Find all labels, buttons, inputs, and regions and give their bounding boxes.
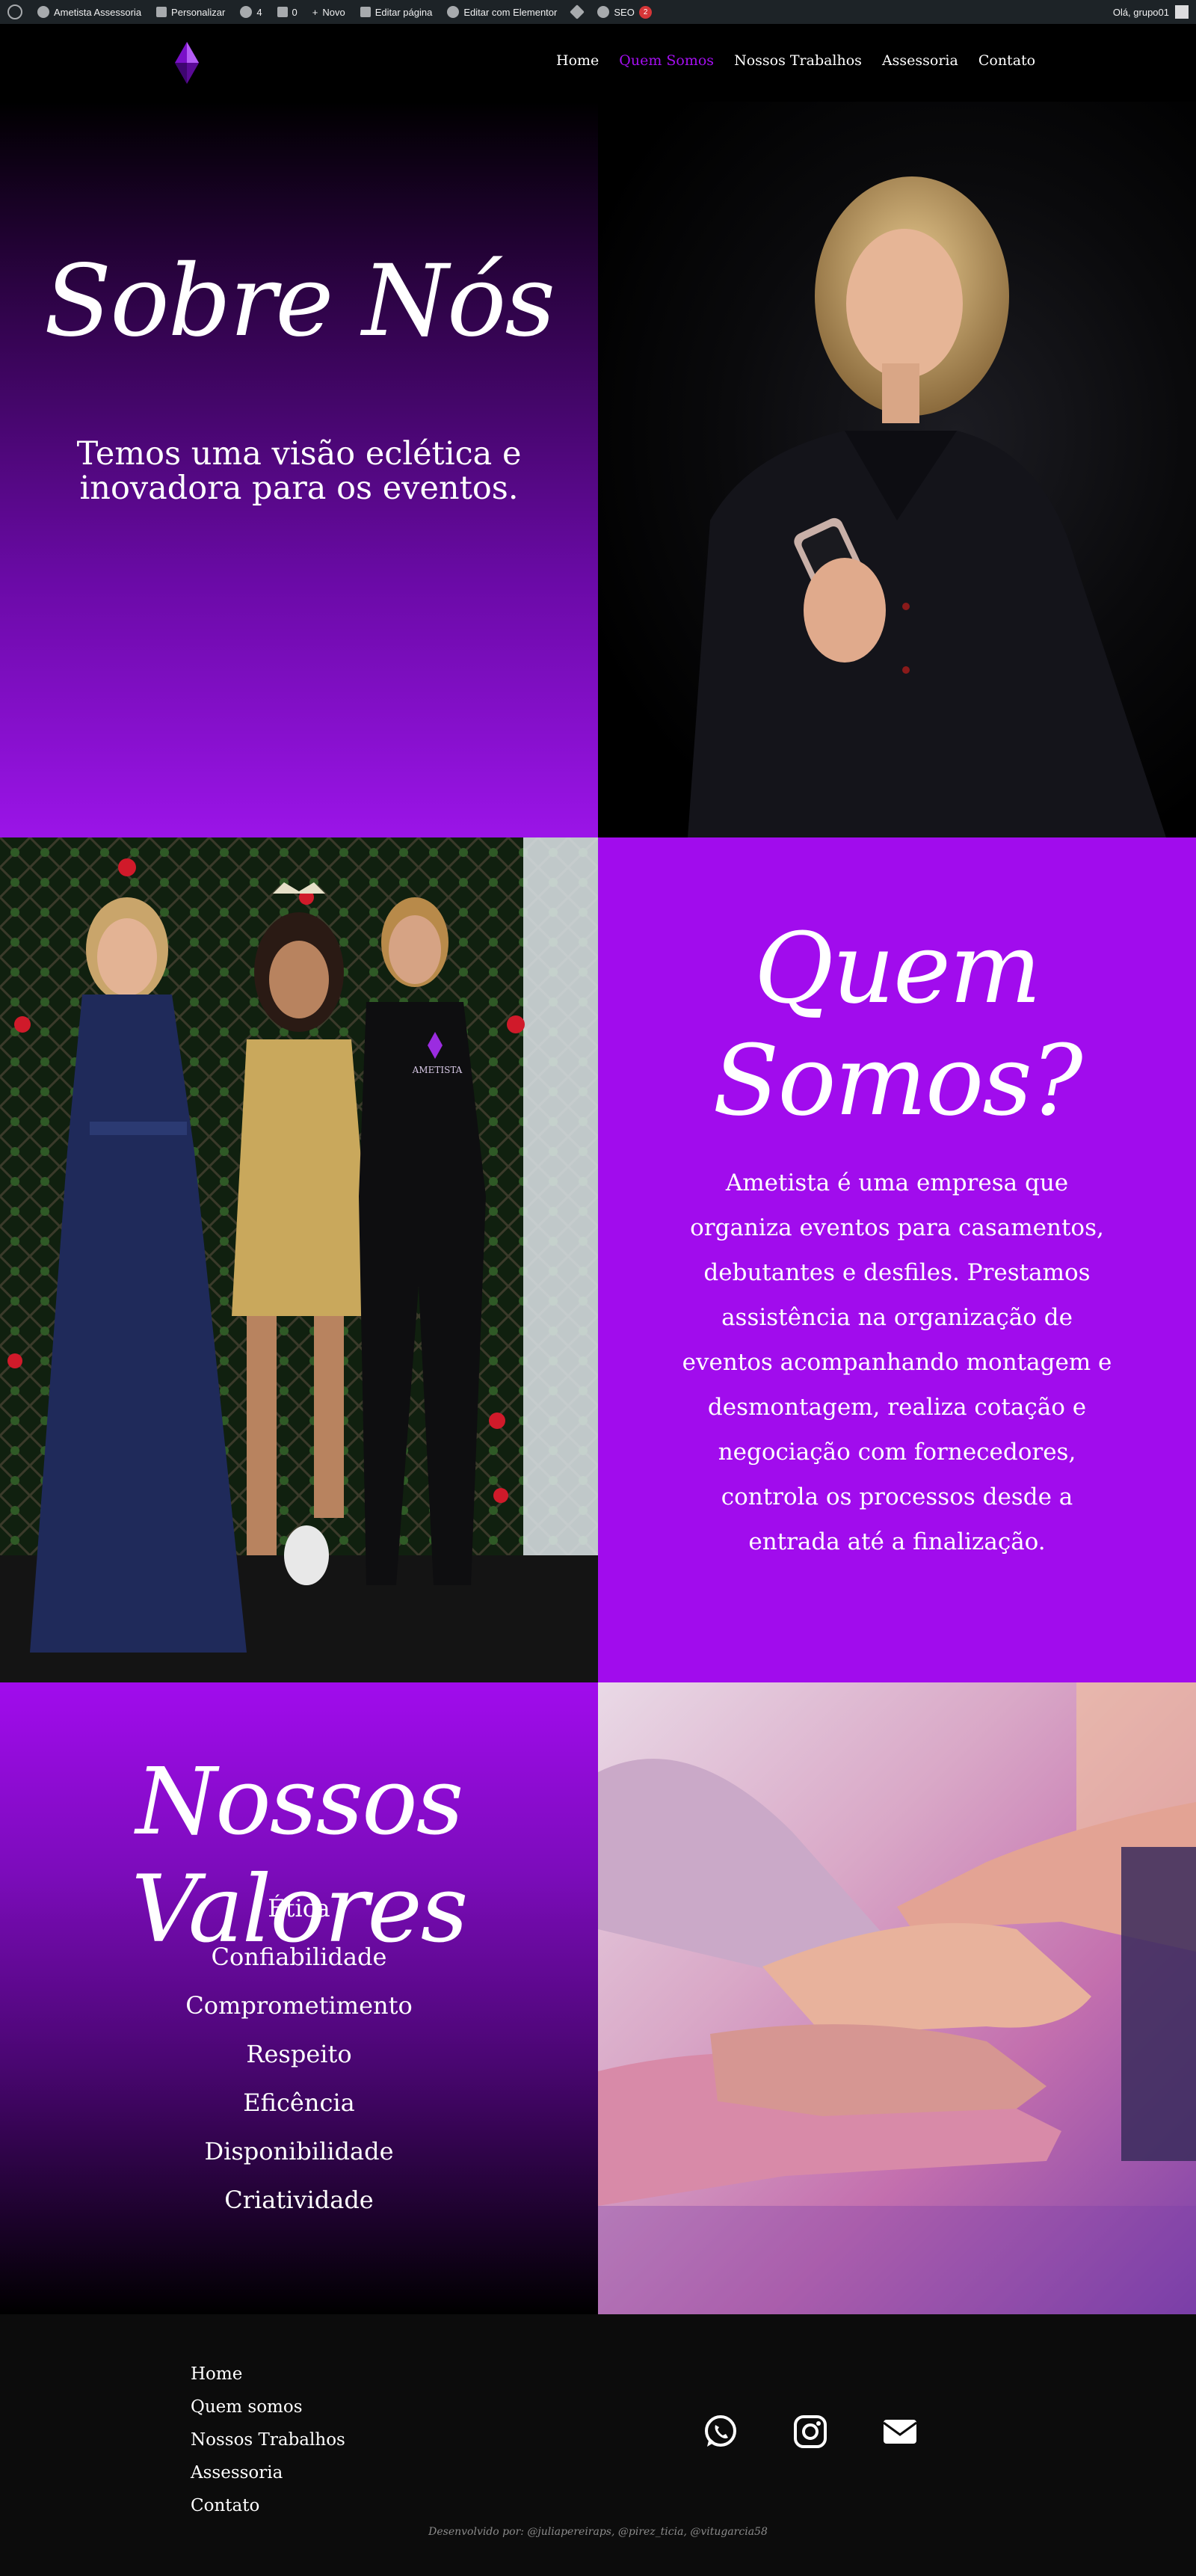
user-greeting[interactable]: Olá, grupo01: [1113, 7, 1169, 18]
shirt-logo-text: AMETISTA: [412, 1065, 463, 1075]
nav-contato[interactable]: Contato: [978, 52, 1035, 69]
edit-elementor-link[interactable]: Editar com Elementor: [440, 0, 564, 24]
value-item: Confiabilidade: [211, 1943, 387, 1971]
footer-link-nossos-trabalhos[interactable]: Nossos Trabalhos: [191, 2430, 345, 2450]
footer-link-assessoria[interactable]: Assessoria: [191, 2463, 283, 2483]
elementor-icon: [447, 6, 460, 18]
dashboard-icon: [37, 6, 49, 18]
site-footer: Home Quem somos Nossos Trabalhos Assesso…: [0, 2314, 1196, 2576]
woman-phone-photo: [598, 102, 1196, 837]
edit-page-link[interactable]: Editar página: [353, 0, 440, 24]
wordpress-logo-button[interactable]: [0, 0, 30, 24]
diamond-menu-button[interactable]: [564, 0, 590, 24]
who-title: Quem Somos?: [712, 912, 1082, 1137]
value-item: Ética: [268, 1894, 330, 1922]
seo-badge: 2: [638, 5, 653, 19]
hands-photo: [598, 1682, 1196, 2314]
brush-icon: [156, 7, 167, 17]
nav-assessoria[interactable]: Assessoria: [882, 52, 958, 69]
value-item: Disponibilidade: [204, 2137, 394, 2165]
customize-link[interactable]: Personalizar: [149, 0, 232, 24]
value-item: Comprometimento: [185, 1991, 413, 2020]
avatar[interactable]: [1175, 5, 1189, 19]
plus-icon: +: [312, 6, 318, 18]
value-item: Respeito: [246, 2040, 352, 2068]
admin-bar: Ametista Assessoria Personalizar 4 0 + No…: [0, 0, 1196, 24]
nav-nossos-trabalhos[interactable]: Nossos Trabalhos: [734, 52, 862, 69]
seo-icon: [597, 6, 610, 18]
site-name-link[interactable]: Ametista Assessoria: [30, 0, 149, 24]
footer-link-contato[interactable]: Contato: [191, 2496, 259, 2515]
developer-credit: Desenvolvido por: @juliapereiraps, @pire…: [428, 2526, 768, 2538]
values-panel: Nossos Valores Ética Confiabilidade Comp…: [0, 1682, 598, 2314]
amethyst-logo-icon[interactable]: [173, 40, 200, 85]
team-photo-illustration: AMETISTA: [0, 837, 598, 1682]
wordpress-icon: [7, 4, 22, 19]
diamond-icon: [570, 4, 585, 19]
comment-icon: [277, 7, 288, 17]
refresh-icon: [240, 6, 253, 18]
footer-link-quem-somos[interactable]: Quem somos: [191, 2397, 303, 2417]
footer-link-home[interactable]: Home: [191, 2364, 242, 2384]
main-nav: Home Quem Somos Nossos Trabalhos Assesso…: [556, 52, 1035, 69]
new-content-link[interactable]: + Novo: [305, 0, 353, 24]
seo-link[interactable]: SEO 2: [590, 0, 659, 24]
email-icon[interactable]: [882, 2414, 918, 2450]
social-links: [703, 2414, 918, 2450]
updates-link[interactable]: 4: [232, 0, 269, 24]
value-item: Eficência: [243, 2088, 355, 2117]
who-panel: Quem Somos? Ametista é uma empresa que o…: [598, 837, 1196, 1682]
woman-phone-illustration: [688, 176, 1166, 837]
stacked-hands-illustration: [598, 1682, 1196, 2314]
about-title: Sobre Nós: [43, 244, 555, 359]
nav-home[interactable]: Home: [556, 52, 599, 69]
footer-nav: Home Quem somos Nossos Trabalhos Assesso…: [191, 2358, 345, 2522]
about-panel: Sobre Nós Temos uma visão eclética e ino…: [0, 102, 598, 837]
comments-link[interactable]: 0: [270, 0, 305, 24]
value-item: Criatividade: [224, 2186, 374, 2214]
values-list: Ética Confiabilidade Comprometimento Res…: [0, 1884, 598, 2225]
about-subtitle: Temos uma visão eclética e inovadora par…: [76, 435, 522, 507]
site-header: Home Quem Somos Nossos Trabalhos Assesso…: [0, 24, 1196, 102]
nav-quem-somos[interactable]: Quem Somos: [619, 52, 714, 69]
who-text: Ametista é uma empresa que organiza even…: [682, 1169, 1112, 1555]
instagram-icon[interactable]: [792, 2414, 828, 2450]
team-photo: AMETISTA: [0, 837, 598, 1682]
pencil-icon: [360, 7, 371, 17]
whatsapp-icon[interactable]: [703, 2414, 739, 2450]
